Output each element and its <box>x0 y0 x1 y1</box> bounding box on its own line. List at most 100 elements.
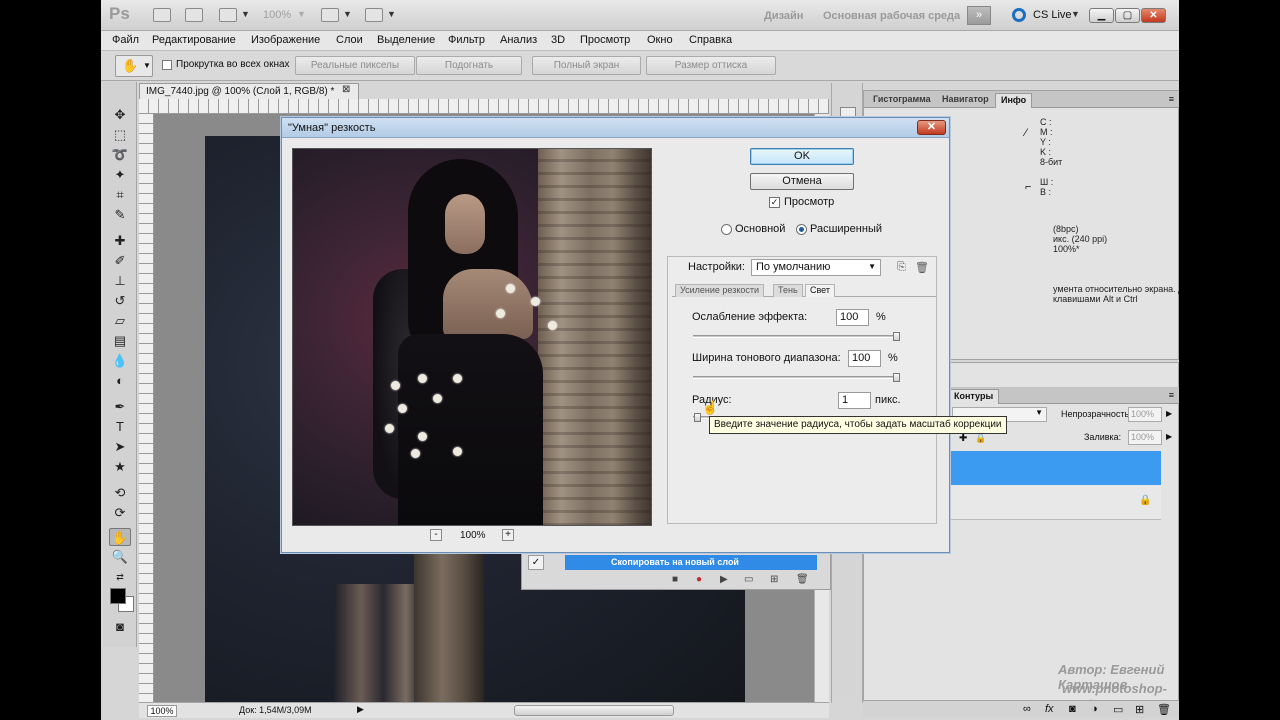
zoom-level[interactable]: 100% <box>263 9 291 21</box>
action-toggle-checkbox[interactable]: ✓ <box>528 555 544 570</box>
workspace-design[interactable]: Дизайн <box>764 10 803 22</box>
actual-pixels-button[interactable]: Реальные пикселы <box>295 56 415 75</box>
menu-edit[interactable]: Редактирование <box>152 34 236 46</box>
tonal-width-input[interactable]: 100 <box>848 350 881 367</box>
menu-help[interactable]: Справка <box>689 34 732 46</box>
tonal-width-slider-thumb[interactable] <box>893 373 900 382</box>
eyedropper-tool-icon[interactable]: ✎ <box>109 206 131 224</box>
menu-file[interactable]: Файл <box>112 34 139 46</box>
delete-layer-icon[interactable]: 🗑 <box>1157 703 1171 716</box>
tab-histogram[interactable]: Гистограмма <box>868 93 936 108</box>
menu-layers[interactable]: Слои <box>336 34 363 46</box>
blur-tool-icon[interactable]: 💧 <box>109 352 131 370</box>
chevron-down-icon[interactable]: ▼ <box>343 9 352 19</box>
mini-bridge-icon[interactable] <box>185 8 203 22</box>
radio-basic[interactable] <box>721 224 732 235</box>
record-icon[interactable]: ● <box>696 574 702 585</box>
path-select-tool-icon[interactable]: ➤ <box>109 438 131 456</box>
eraser-tool-icon[interactable]: ▱ <box>109 312 131 330</box>
healing-brush-tool-icon[interactable]: ✚ <box>109 232 131 250</box>
menu-image[interactable]: Изображение <box>251 34 320 46</box>
menu-select[interactable]: Выделение <box>377 34 435 46</box>
radius-slider-thumb[interactable] <box>694 413 701 422</box>
preview-checkbox[interactable]: ✓ <box>769 197 780 208</box>
view-extras-icon[interactable] <box>219 8 237 22</box>
workspace-basic[interactable]: Основная рабочая среда <box>823 10 960 22</box>
minimize-button[interactable]: ▁ <box>1089 8 1114 23</box>
chevron-down-icon[interactable]: ▼ <box>241 9 250 19</box>
preview-zoom-out-button[interactable]: - <box>430 529 442 541</box>
tab-highlight[interactable]: Свет <box>805 284 836 297</box>
link-layers-icon[interactable]: ∞ <box>1023 703 1031 715</box>
layer-row-selected[interactable] <box>949 451 1161 485</box>
fill-screen-button[interactable]: Полный экран <box>532 56 641 75</box>
panel-menu-icon[interactable]: ≡ <box>1169 390 1174 400</box>
cancel-button[interactable]: Отмена <box>750 173 854 190</box>
chevron-down-icon[interactable]: ▼ <box>387 9 396 19</box>
action-item-selected[interactable]: Скопировать на новый слой <box>565 555 817 570</box>
tab-shadow[interactable]: Тень <box>773 284 803 297</box>
panel-menu-icon[interactable]: ≡ <box>1169 94 1174 104</box>
lock-position-icon[interactable]: ✚ <box>959 433 967 444</box>
clone-stamp-tool-icon[interactable]: ⊥ <box>109 272 131 290</box>
play-icon[interactable]: ▶ <box>720 574 728 585</box>
lock-all-icon[interactable]: 🔒 <box>975 433 986 444</box>
document-close-icon[interactable]: ⊠ <box>342 84 350 95</box>
horizontal-scrollbar-thumb[interactable] <box>514 705 674 716</box>
settings-select[interactable]: По умолчанию ▼ <box>751 259 881 276</box>
fit-screen-button[interactable]: Подогнать <box>416 56 522 75</box>
delete-settings-icon[interactable]: 🗑 <box>915 261 929 274</box>
print-size-button[interactable]: Размер оттиска <box>646 56 776 75</box>
more-workspaces-button[interactable]: » <box>967 6 991 25</box>
new-set-icon[interactable]: ▭ <box>744 574 753 585</box>
new-action-icon[interactable]: ⊞ <box>770 574 778 585</box>
arrange-documents-icon[interactable] <box>321 8 339 22</box>
maximize-button[interactable]: ▢ <box>1115 8 1140 23</box>
dialog-close-button[interactable]: ✕ <box>917 120 946 135</box>
cslive-icon[interactable] <box>1012 8 1026 22</box>
new-layer-icon[interactable]: ⊞ <box>1135 703 1144 716</box>
dialog-titlebar[interactable]: "Умная" резкость ✕ <box>282 118 949 138</box>
menu-window[interactable]: Окно <box>647 34 673 46</box>
fade-amount-input[interactable]: 100 <box>836 309 869 326</box>
status-menu-arrow-icon[interactable]: ▶ <box>357 704 364 715</box>
fade-amount-slider-thumb[interactable] <box>893 332 900 341</box>
adjustment-layer-icon[interactable]: ◑ <box>1091 703 1098 715</box>
ok-button[interactable]: OK <box>750 148 854 165</box>
tab-paths[interactable]: Контуры <box>948 389 1000 404</box>
move-tool-icon[interactable]: ✥ <box>109 106 131 124</box>
menu-view[interactable]: Просмотр <box>580 34 630 46</box>
radio-advanced[interactable] <box>796 224 807 235</box>
zoom-tool-icon[interactable]: 🔍 <box>109 548 131 566</box>
layer-mask-icon[interactable]: ◙ <box>1069 703 1076 715</box>
history-brush-tool-icon[interactable]: ↺ <box>109 292 131 310</box>
3d-rotate-tool-icon[interactable]: ⟲ <box>109 484 131 502</box>
chevron-down-icon[interactable]: ▼ <box>1071 9 1080 19</box>
quick-mask-icon[interactable]: ◙ <box>109 618 131 636</box>
tab-navigator[interactable]: Навигатор <box>937 93 994 108</box>
chevron-down-icon[interactable]: ▼ <box>297 9 306 19</box>
opacity-field[interactable]: 100% <box>1128 407 1162 422</box>
preview-zoom-in-button[interactable]: + <box>502 529 514 541</box>
lasso-tool-icon[interactable]: ➰ <box>109 146 131 164</box>
menu-filter[interactable]: Фильтр <box>448 34 485 46</box>
scroll-all-checkbox[interactable] <box>162 60 172 70</box>
radius-input[interactable]: 1 <box>838 392 871 409</box>
shape-tool-icon[interactable]: ★ <box>109 458 131 476</box>
menu-analysis[interactable]: Анализ <box>500 34 537 46</box>
foreground-color-swatch[interactable] <box>110 588 126 604</box>
stop-icon[interactable]: ■ <box>672 574 678 585</box>
brush-tool-icon[interactable]: ✐ <box>109 252 131 270</box>
quick-select-tool-icon[interactable]: ✦ <box>109 166 131 184</box>
tonal-width-slider[interactable] <box>693 376 899 379</box>
cslive-menu[interactable]: CS Live <box>1033 9 1072 21</box>
hand-tool-icon[interactable]: ✋ <box>109 528 131 546</box>
window-close-button[interactable]: ✕ <box>1141 8 1166 23</box>
pen-tool-icon[interactable]: ✒ <box>109 398 131 416</box>
hand-tool-preset-icon[interactable]: ✋ ▼ <box>115 55 153 77</box>
dodge-tool-icon[interactable]: ◐ <box>109 372 131 390</box>
type-tool-icon[interactable]: T <box>109 418 131 436</box>
swap-colors-icon[interactable]: ⇄ <box>109 568 131 586</box>
layer-style-icon[interactable]: fx <box>1045 703 1054 715</box>
tab-sharpen[interactable]: Усиление резкости <box>675 284 765 297</box>
